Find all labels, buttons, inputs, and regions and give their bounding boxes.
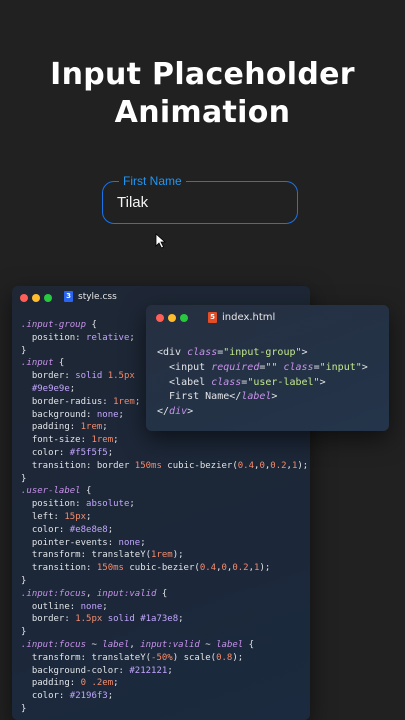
minimize-dot-icon[interactable] — [32, 294, 40, 302]
css-code-line: transition: 150ms cubic-bezier(0.4,0,0.2… — [21, 563, 271, 574]
maximize-dot-icon[interactable] — [180, 314, 188, 322]
css-code-line: transform: translateY(1rem); — [21, 550, 184, 561]
css-code-line: .user-label { — [21, 486, 92, 497]
css-code-line: transform: translateY(-50%) scale(0.8); — [21, 652, 244, 663]
css-code-line: } — [21, 703, 27, 714]
css-code-line: color: #e8e8e8; — [21, 524, 114, 535]
css-file-tab[interactable]: 3 style.css — [64, 291, 117, 302]
css-code-line: } — [21, 473, 27, 484]
input-group: First Name — [102, 174, 298, 224]
html-code-window: 5 index.html <div class="input-group"> <… — [146, 305, 389, 431]
html-code-line: First Name</label> — [157, 391, 278, 403]
css-code-line: background-color: #212121; — [21, 665, 173, 676]
css-code-line: color: #f5f5f5; — [21, 447, 114, 458]
first-name-label: First Name — [119, 174, 186, 188]
mouse-pointer-icon — [155, 233, 167, 249]
css-code-line: left: 15px; — [21, 511, 92, 522]
title-line-2: Animation — [114, 95, 291, 130]
maximize-dot-icon[interactable] — [44, 294, 52, 302]
html-code-line: </div> — [157, 406, 194, 418]
css-code-line: padding: 0 .2em; — [21, 678, 119, 689]
css-file-name: style.css — [78, 291, 117, 302]
close-dot-icon[interactable] — [20, 294, 28, 302]
css-code-line: pointer-events: none; — [21, 537, 146, 548]
css-code-line: color: #2196f3; — [21, 691, 114, 702]
css-code-line: outline: none; — [21, 601, 108, 612]
css-code-line: } — [21, 575, 27, 586]
html-code-line: <label class="user-label"> — [157, 376, 326, 388]
css-code-line: .input:focus ~ label, input:valid ~ labe… — [21, 639, 255, 650]
title-line-1: Input Placeholder — [50, 57, 355, 92]
minimize-dot-icon[interactable] — [168, 314, 176, 322]
page-title: Input Placeholder Animation — [0, 56, 405, 132]
close-dot-icon[interactable] — [156, 314, 164, 322]
html-code-line: <input required="" class="input"> — [157, 361, 368, 373]
css-code-line: .input:focus, input:valid { — [21, 588, 168, 599]
css-code-line: font-size: 1rem; — [21, 435, 119, 446]
html-code-block: <div class="input-group"> <input require… — [157, 346, 368, 420]
html-code-line: <div class="input-group"> — [157, 347, 308, 358]
window-controls — [156, 314, 188, 322]
css-code-line: transition: border 150ms cubic-bezier(0.… — [21, 460, 309, 471]
css3-icon: 3 — [64, 291, 73, 302]
window-controls — [20, 294, 52, 302]
html-file-tab[interactable]: 5 index.html — [208, 312, 275, 323]
html-file-name: index.html — [222, 312, 276, 323]
css-code-line: position: absolute; — [21, 499, 135, 510]
html5-icon: 5 — [208, 312, 217, 323]
css-code-line: } — [21, 627, 27, 638]
css-code-line: border: 1.5px solid #1a73e8; — [21, 614, 184, 625]
